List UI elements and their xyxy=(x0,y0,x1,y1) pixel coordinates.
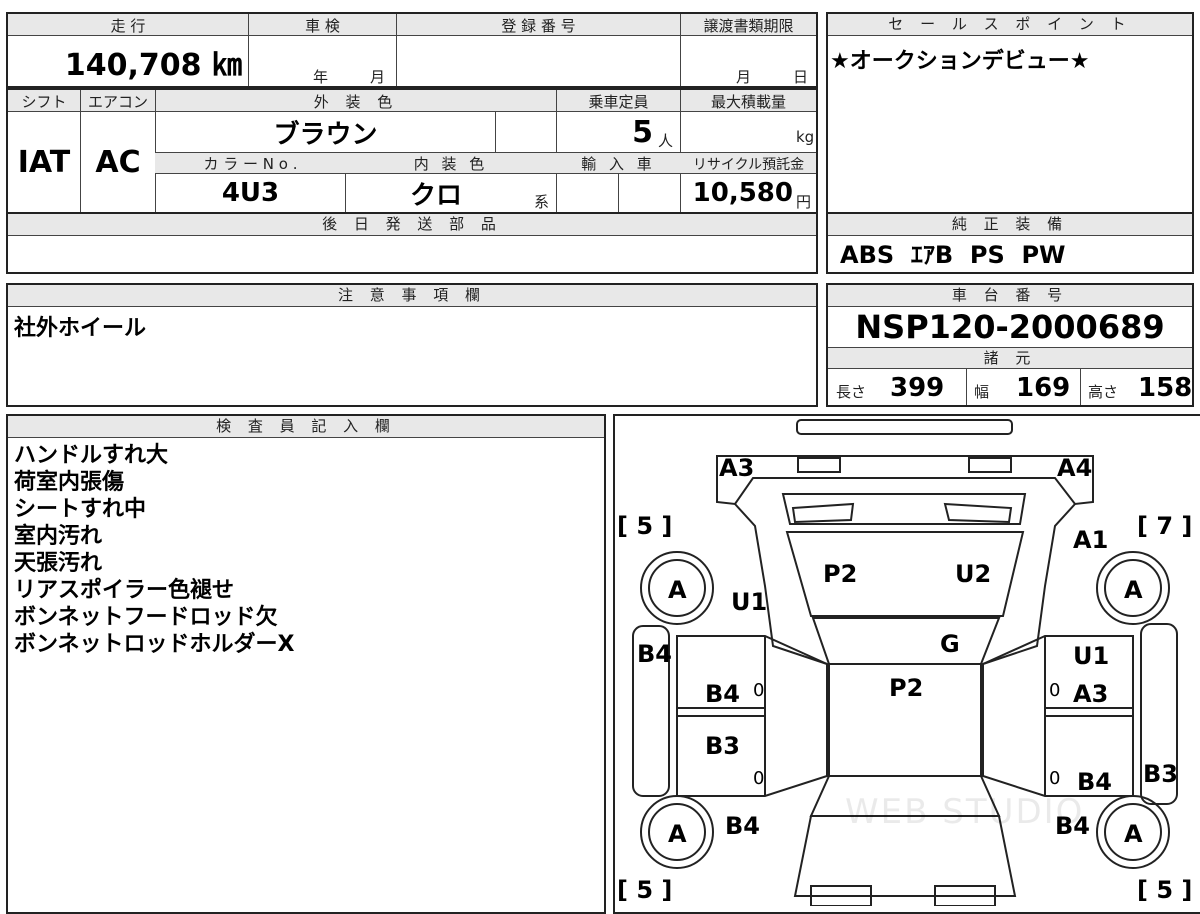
sales-points-text: ★オークションデビュー★ xyxy=(830,49,1090,74)
interior-color-value: クロ xyxy=(409,180,462,211)
exterior-color-label: 外 装 色 xyxy=(313,92,399,111)
inspector-line: ハンドルすれ大 xyxy=(14,443,169,468)
width-label: 幅 xyxy=(974,383,990,401)
inspector-line: ボンネットフードロッド欠 xyxy=(14,605,278,630)
max-load-label: 最大積載量 xyxy=(710,92,786,111)
sales-points-box: セ ー ル ス ポ イ ン ト ★オークションデビュー★ xyxy=(826,12,1194,214)
chassis-box: 車 台 番 号 NSP120-2000689 諸 元 長さ 399 幅 169 … xyxy=(826,283,1194,407)
interior-color-unit: 系 xyxy=(534,193,550,211)
import-car-label: 輸 入 車 xyxy=(581,155,656,173)
mark-b4-left-side: B4 xyxy=(637,640,672,668)
length-label: 長さ xyxy=(836,383,867,401)
mark-a4-rear-right: A4 xyxy=(1057,454,1093,482)
tire-front-left: A xyxy=(668,820,687,848)
mark-b4-rl-door: B4 xyxy=(705,680,740,708)
recycle-deposit-unit: 円 xyxy=(796,193,812,211)
inspector-line: 天張汚れ xyxy=(14,551,103,576)
capacity-value: 5 xyxy=(632,114,653,150)
mark-b3-fl-door: B3 xyxy=(705,732,740,760)
top-specs-table: 走 行 車 検 登 録 番 号 譲渡書類期限 140,708 ㎞ 年 月 月 日 xyxy=(6,12,818,88)
mileage-label: 走 行 xyxy=(110,16,146,35)
sales-points-label: セ ー ル ス ポ イ ン ト xyxy=(828,14,1192,36)
recycle-deposit-value: 10,580 xyxy=(692,178,793,208)
color-number-label: カ ラ ー N o . xyxy=(203,155,298,173)
genuine-equipment-label: 純 正 装 備 xyxy=(828,214,1192,236)
recycle-deposit-label: リサイクル預託金 xyxy=(692,156,805,173)
mark-p2-rear: P2 xyxy=(823,560,858,588)
shift-label: シフト xyxy=(21,92,67,111)
ac-value: AC xyxy=(95,144,141,180)
inspection-month-unit: 月 xyxy=(370,68,386,86)
inspector-box: 検 査 員 記 入 欄 ハンドルすれ大 荷室内張傷 シートすれ中 室内汚れ 天張… xyxy=(6,414,606,914)
tread-rear-right: [ 7 ] xyxy=(1137,512,1193,540)
mileage-value: 140,708 ㎞ xyxy=(64,48,242,83)
mark-b4-front-left: B4 xyxy=(725,812,760,840)
genuine-equipment-box: 純 正 装 備 ABS ｴｱB PS PW xyxy=(826,212,1194,274)
inspector-line: 荷室内張傷 xyxy=(14,470,125,495)
notes-text: 社外ホイール xyxy=(14,316,147,341)
interior-color-label: 内 装 色 xyxy=(413,155,489,173)
damage-diagram: A3 A4 [ 5 ] [ 7 ] A1 A A U1 P2 U2 G B4 U… xyxy=(613,414,1200,914)
dimensions-label: 諸 元 xyxy=(828,347,1192,369)
mark-u2: U2 xyxy=(955,560,992,588)
mark-u1-right: U1 xyxy=(1073,642,1110,670)
watermark: WEB STUDIO xyxy=(845,792,1085,832)
ac-label: エアコン xyxy=(87,92,148,111)
inspection-label: 車 検 xyxy=(305,16,340,35)
width-value: 169 xyxy=(1016,373,1071,403)
mark-zero: 0 xyxy=(1049,680,1061,701)
mark-g: G xyxy=(940,630,960,658)
color-number-value: 4U3 xyxy=(221,178,280,208)
capacity-unit: 人 xyxy=(658,132,674,150)
notes-box: 注 意 事 項 欄 社外ホイール xyxy=(6,283,818,407)
max-load-unit: kg xyxy=(796,128,815,146)
shift-value: IAT xyxy=(17,144,71,180)
tire-front-right: A xyxy=(1124,820,1143,848)
later-parts-box: 後 日 発 送 部 品 xyxy=(6,212,818,274)
inspector-lines: ハンドルすれ大 荷室内張傷 シートすれ中 室内汚れ 天張汚れ リアスポイラー色褪… xyxy=(14,442,295,658)
transfer-day-unit: 日 xyxy=(793,68,809,86)
inspector-label: 検 査 員 記 入 欄 xyxy=(8,416,604,438)
mark-a3-rear-left: A3 xyxy=(719,454,755,482)
height-value: 158 xyxy=(1138,373,1193,403)
height-label: 高さ xyxy=(1088,383,1119,401)
car-outline-diagram xyxy=(632,419,1178,906)
transfer-month-unit: 月 xyxy=(736,68,752,86)
chassis-label: 車 台 番 号 xyxy=(828,285,1192,307)
mark-zero: 0 xyxy=(753,768,765,789)
transfer-deadline-label: 譲渡書類期限 xyxy=(703,16,794,35)
mark-u1-left: U1 xyxy=(731,588,768,616)
inspection-year-unit: 年 xyxy=(313,68,329,86)
capacity-label: 乗車定員 xyxy=(588,92,649,111)
vehicle-specs-table: シフト エアコン 外 装 色 乗車定員 最大積載量 IAT AC ブラウン 5 … xyxy=(6,88,818,214)
genuine-equipment-text: ABS ｴｱB PS PW xyxy=(840,241,1066,269)
tread-rear-left: [ 5 ] xyxy=(617,512,673,540)
inspector-line: ボンネットロッドホルダーX xyxy=(14,632,295,657)
tire-rear-left: A xyxy=(668,576,687,604)
mark-zero: 0 xyxy=(753,680,765,701)
inspector-line: シートすれ中 xyxy=(14,497,147,522)
inspector-line: リアスポイラー色褪せ xyxy=(14,578,235,603)
mark-a3-rr-door: A3 xyxy=(1073,680,1109,708)
mark-b3-right-side: B3 xyxy=(1143,760,1178,788)
length-value: 399 xyxy=(890,373,945,403)
inspector-line: 室内汚れ xyxy=(14,524,103,549)
mark-zero: 0 xyxy=(1049,768,1061,789)
registration-label: 登 録 番 号 xyxy=(501,16,576,35)
mark-p2-roof: P2 xyxy=(889,674,924,702)
tire-rear-right: A xyxy=(1124,576,1143,604)
mark-a1: A1 xyxy=(1073,526,1109,554)
exterior-color-value: ブラウン xyxy=(273,119,378,150)
chassis-number: NSP120-2000689 xyxy=(855,308,1165,346)
later-parts-label: 後 日 発 送 部 品 xyxy=(8,214,816,236)
notes-label: 注 意 事 項 欄 xyxy=(8,285,816,307)
